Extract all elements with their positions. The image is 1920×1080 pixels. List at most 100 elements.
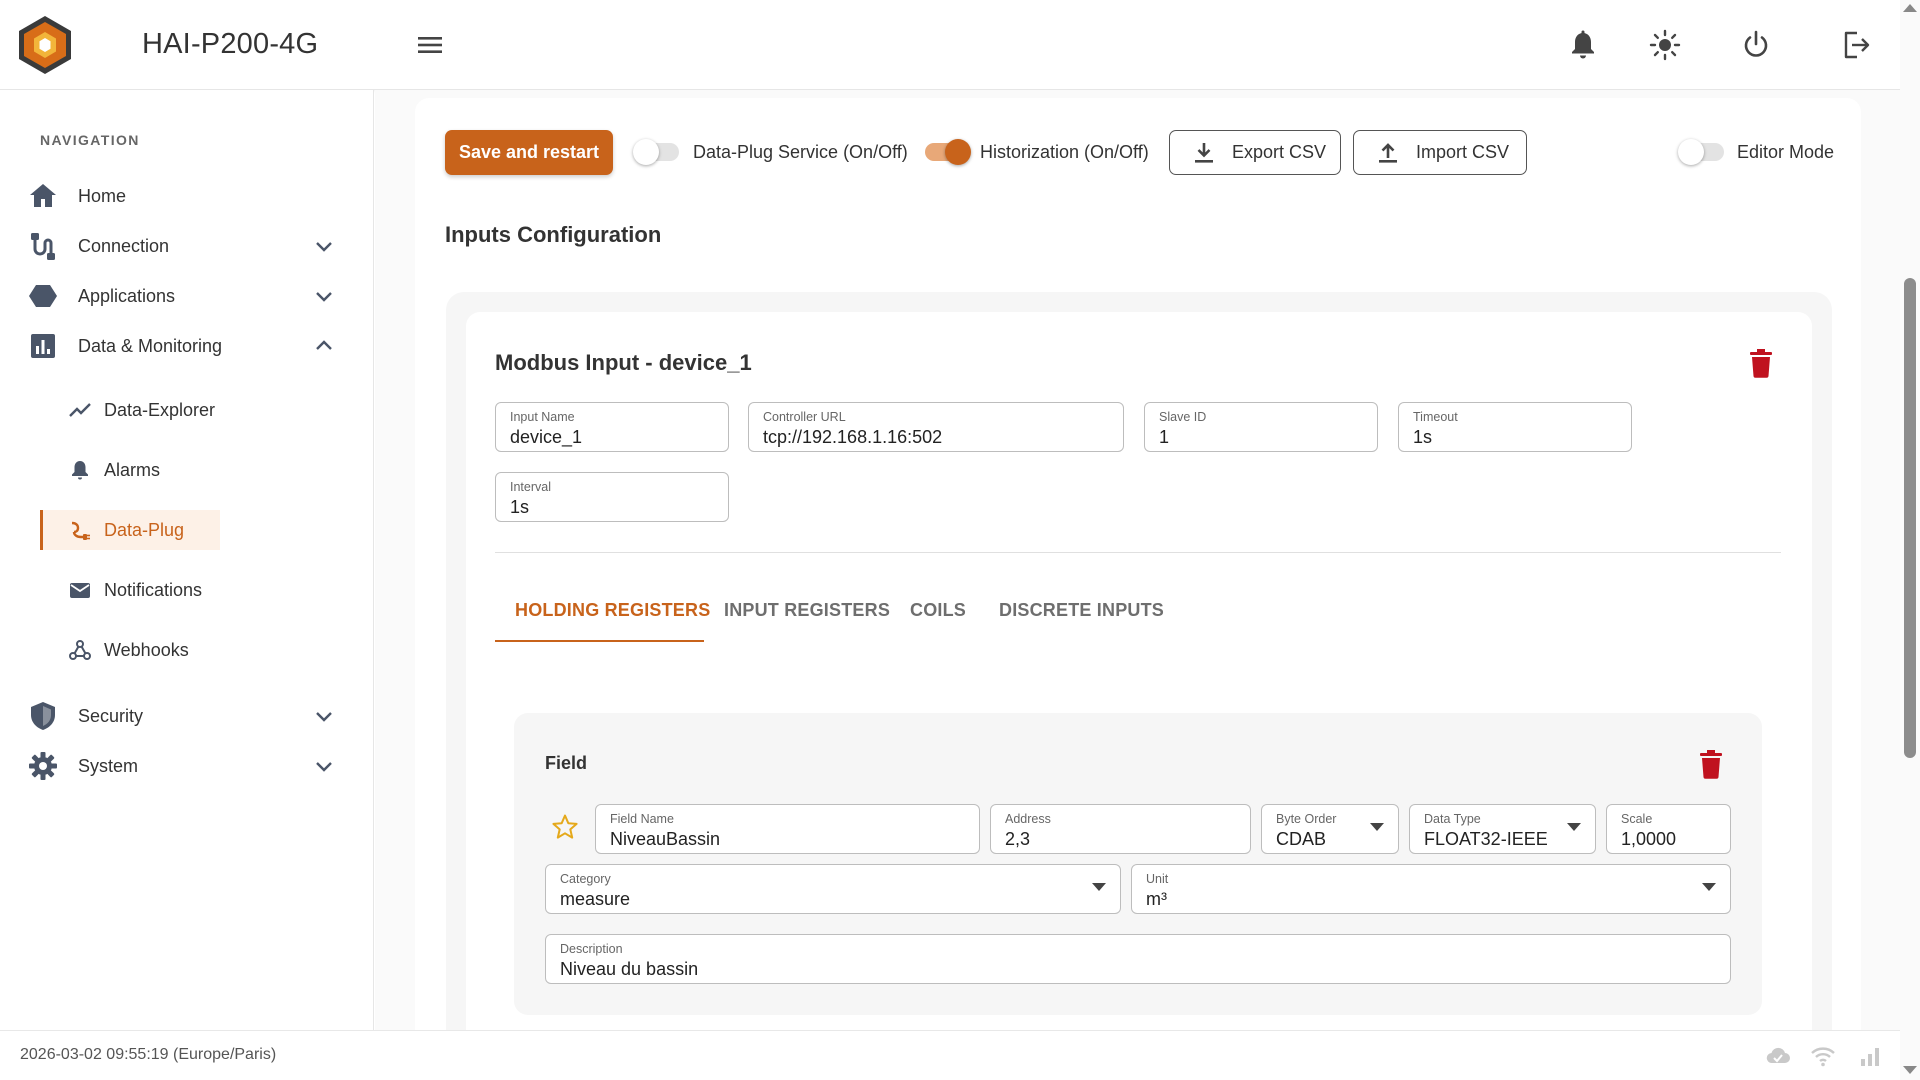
delete-input-icon[interactable] xyxy=(1748,348,1774,378)
historization-label: Historization (On/Off) xyxy=(980,142,1149,162)
upload-icon xyxy=(1379,143,1397,163)
sidebar-subitem-label: Data-Plug xyxy=(104,519,185,540)
controller-url-field[interactable]: Controller URL tcp://192.168.1.16:502 xyxy=(748,402,1124,452)
field-value: FLOAT32-IEEE xyxy=(1424,829,1548,849)
field-label: Category xyxy=(560,872,611,886)
sidebar: NAVIGATION Home Connection Applications xyxy=(0,90,374,1030)
app-logo xyxy=(19,16,71,74)
gear-icon xyxy=(29,752,57,780)
field-label: Address xyxy=(1005,812,1051,826)
power-icon[interactable] xyxy=(1739,28,1773,62)
sidebar-subitem-label: Webhooks xyxy=(104,639,189,660)
menu-icon[interactable] xyxy=(416,32,444,58)
import-csv-button[interactable]: Import CSV xyxy=(1353,130,1527,175)
sidebar-item-security[interactable]: Security xyxy=(26,696,336,736)
chevron-down-icon xyxy=(316,242,332,252)
address-field[interactable]: Address 2,3 xyxy=(990,804,1251,854)
field-value: CDAB xyxy=(1276,829,1327,849)
signal-icon xyxy=(1861,1048,1879,1066)
inputs-configuration-title: Inputs Configuration xyxy=(445,222,662,247)
hexagon-icon xyxy=(29,285,57,307)
chevron-down-icon xyxy=(316,292,332,302)
field-value: device_1 xyxy=(510,427,583,447)
field-label: Data Type xyxy=(1424,812,1481,826)
field-value: NiveauBassin xyxy=(610,829,721,849)
sidebar-item-applications[interactable]: Applications xyxy=(26,276,336,316)
tab-holding-registers[interactable]: HOLDING REGISTERS xyxy=(515,600,710,621)
app-title: HAI-P200-4G xyxy=(142,28,319,60)
field-value: 2,3 xyxy=(1005,829,1031,849)
scrollbar-thumb[interactable] xyxy=(1904,278,1916,758)
connection-icon xyxy=(31,233,55,260)
sidebar-subitem-label: Notifications xyxy=(104,579,203,600)
field-value: 1s xyxy=(1413,427,1433,447)
bell-icon[interactable] xyxy=(1566,28,1600,62)
export-csv-button[interactable]: Export CSV xyxy=(1169,130,1341,175)
nav-heading: NAVIGATION xyxy=(40,132,140,148)
dataplug-service-toggle[interactable] xyxy=(633,139,679,165)
interval-field[interactable]: Interval 1s xyxy=(495,472,729,522)
field-card-title: Field xyxy=(545,753,588,773)
field-label: Byte Order xyxy=(1276,812,1337,826)
bell-icon xyxy=(72,461,88,480)
timeout-field[interactable]: Timeout 1s xyxy=(1398,402,1632,452)
sidebar-item-label: Security xyxy=(78,705,144,726)
dropdown-caret-icon xyxy=(1702,883,1716,891)
sidebar-subitem-data-plug[interactable]: Data-Plug xyxy=(40,510,220,550)
delete-field-icon[interactable] xyxy=(1698,749,1724,779)
category-select[interactable]: Category measure xyxy=(545,864,1121,914)
sidebar-subitem-label: Data-Explorer xyxy=(104,399,216,420)
tab-input-registers[interactable]: INPUT REGISTERS xyxy=(724,600,890,621)
tab-coils[interactable]: COILS xyxy=(910,600,966,621)
sidebar-item-connection[interactable]: Connection xyxy=(26,226,336,266)
scroll-down-arrow[interactable] xyxy=(1903,1066,1917,1074)
star-icon[interactable] xyxy=(551,813,579,841)
save-restart-button[interactable]: Save and restart xyxy=(445,130,613,175)
tab-discrete-inputs[interactable]: DISCRETE INPUTS xyxy=(999,600,1164,621)
divider xyxy=(495,552,1781,553)
field-label: Controller URL xyxy=(763,410,846,424)
field-value: measure xyxy=(560,889,631,909)
sidebar-item-label: Home xyxy=(78,185,127,206)
byte-order-select[interactable]: Byte Order CDAB xyxy=(1261,804,1399,854)
home-icon xyxy=(30,184,56,207)
sidebar-item-data-monitoring[interactable]: Data & Monitoring xyxy=(26,326,336,366)
footer-datetime: 2026-03-02 09:55:19 (Europe/Paris) xyxy=(20,1046,277,1063)
chevron-up-icon xyxy=(316,340,332,350)
top-header: HAI-P200-4G xyxy=(0,0,1900,90)
slave-id-field[interactable]: Slave ID 1 xyxy=(1144,402,1378,452)
description-field[interactable]: Description Niveau du bassin xyxy=(545,934,1731,984)
sidebar-item-home[interactable]: Home xyxy=(26,176,336,216)
shield-icon xyxy=(31,702,55,730)
field-name-field[interactable]: Field Name NiveauBassin xyxy=(595,804,980,854)
field-label: Slave ID xyxy=(1159,410,1207,424)
editor-mode-label: Editor Mode xyxy=(1737,142,1835,162)
field-label: Field Name xyxy=(610,812,674,826)
mail-icon xyxy=(70,583,90,598)
input-name-field[interactable]: Input Name device_1 xyxy=(495,402,729,452)
field-label: Unit xyxy=(1146,872,1169,886)
field-label: Interval xyxy=(510,480,551,494)
scroll-up-arrow[interactable] xyxy=(1903,4,1917,12)
chevron-down-icon xyxy=(316,762,332,772)
webhook-icon xyxy=(69,640,91,660)
data-type-select[interactable]: Data Type FLOAT32-IEEE xyxy=(1409,804,1596,854)
import-csv-label: Import CSV xyxy=(1416,142,1510,162)
sun-icon[interactable] xyxy=(1648,28,1682,62)
plug-icon xyxy=(71,521,90,540)
chevron-down-icon xyxy=(316,712,332,722)
scale-field[interactable]: Scale 1,0000 xyxy=(1606,804,1731,854)
field-value: 1s xyxy=(510,497,530,517)
logout-icon[interactable] xyxy=(1839,28,1873,62)
field-value: tcp://192.168.1.16:502 xyxy=(763,427,943,447)
editor-mode-toggle[interactable] xyxy=(1678,139,1724,165)
sidebar-item-system[interactable]: System xyxy=(26,746,336,786)
historization-toggle[interactable] xyxy=(925,139,971,165)
dropdown-caret-icon xyxy=(1567,823,1581,831)
modbus-input-title: Modbus Input - device_1 xyxy=(495,350,752,375)
dropdown-caret-icon xyxy=(1370,823,1384,831)
unit-select[interactable]: Unit m³ xyxy=(1131,864,1731,914)
trend-icon xyxy=(69,403,91,417)
field-value: 1 xyxy=(1159,427,1170,447)
field-label: Timeout xyxy=(1413,410,1458,424)
